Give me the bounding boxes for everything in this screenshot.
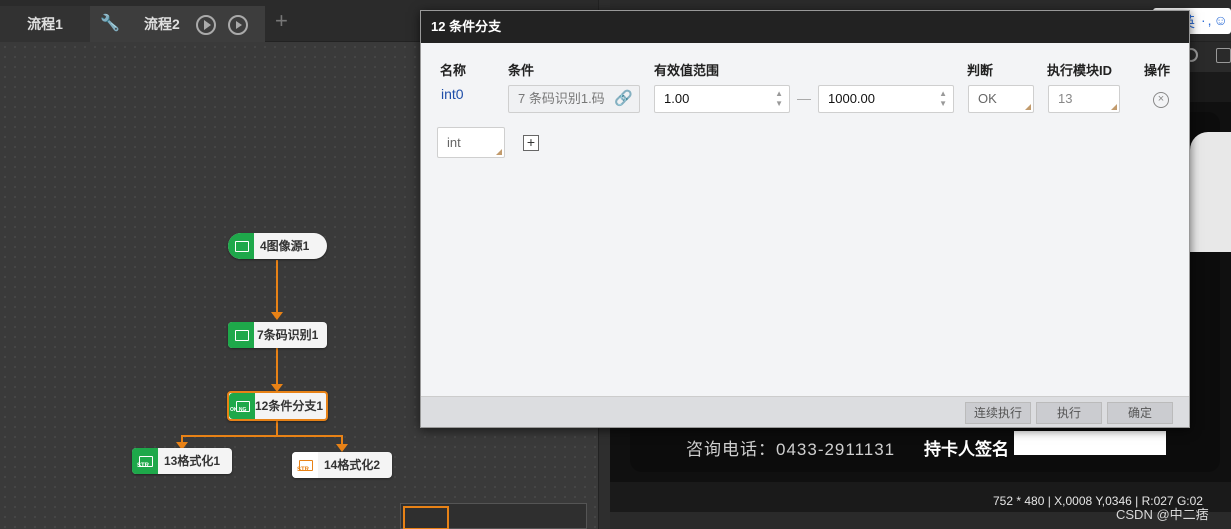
format-badge: STR: [297, 467, 309, 473]
node-format-2[interactable]: STR 14格式化2: [292, 452, 392, 478]
node-format-1[interactable]: STR 13格式化1: [132, 448, 232, 474]
image-caption-sign: 持卡人签名: [924, 440, 1009, 459]
tab-process-2-label: 流程2: [144, 16, 180, 32]
connector-wire: [276, 260, 278, 316]
dropdown-corner-icon: [1025, 104, 1031, 110]
new-type-select[interactable]: int: [437, 127, 505, 158]
header-action: 操作: [1144, 63, 1171, 78]
card-highlight: [1190, 132, 1231, 252]
continuous-run-button[interactable]: 连续执行: [965, 402, 1031, 424]
connector-wire: [276, 420, 278, 436]
branch-badge: OK NG: [230, 407, 247, 413]
connector-wire: [276, 348, 278, 388]
minimap-viewport[interactable]: [403, 506, 449, 529]
barcode-scan-icon: [228, 322, 254, 348]
tab-process-2[interactable]: 🔧 流程2: [90, 6, 265, 42]
row-name[interactable]: int0: [441, 86, 464, 102]
module-id-select[interactable]: 13: [1048, 85, 1120, 113]
node-condition-branch[interactable]: OK NG 12条件分支1: [227, 391, 328, 421]
tab-process-1[interactable]: 流程1: [0, 6, 90, 42]
dialog-title: 12 条件分支: [421, 11, 1189, 43]
run-loop-icon[interactable]: [228, 15, 248, 35]
range-min-input[interactable]: 1.00 ▲ ▼: [654, 85, 790, 113]
range-max-input[interactable]: 1000.00 ▲ ▼: [818, 85, 954, 113]
format-badge: STR: [137, 463, 149, 469]
image-icon: [228, 233, 254, 259]
header-condition: 条件: [508, 63, 535, 78]
delete-row-icon[interactable]: ×: [1153, 92, 1169, 108]
image-caption-phone: 咨询电话：0433-2911131: [686, 440, 896, 459]
wrench-icon[interactable]: 🔧: [100, 6, 120, 42]
spinner-icon[interactable]: ▲ ▼: [775, 89, 783, 109]
judge-select[interactable]: OK: [968, 85, 1034, 113]
node-image-source[interactable]: 4图像源1: [228, 233, 327, 259]
run-button[interactable]: 执行: [1036, 402, 1102, 424]
canvas-minimap[interactable]: [400, 503, 587, 529]
node-barcode[interactable]: 7条码识别1: [228, 322, 327, 348]
spinner-icon[interactable]: ▲ ▼: [939, 89, 947, 109]
tab-process-1-label: 流程1: [27, 16, 63, 32]
range-max-value: 1000.00: [828, 91, 875, 106]
node-label: 12条件分支1: [255, 399, 324, 413]
header-name: 名称: [440, 63, 467, 78]
link-icon[interactable]: 🔗: [614, 86, 633, 112]
dropdown-corner-icon: [1111, 104, 1117, 110]
new-type-value: int: [447, 135, 461, 150]
confirm-button[interactable]: 确定: [1107, 402, 1173, 424]
run-once-icon[interactable]: [196, 15, 216, 35]
watermark: CSDN @中二痞: [1116, 507, 1209, 522]
header-range: 有效值范围: [654, 63, 720, 78]
header-judge: 判断: [967, 63, 994, 78]
node-label: 7条码识别1: [257, 328, 319, 342]
node-label: 14格式化2: [324, 458, 381, 472]
format-icon: STR: [292, 452, 318, 478]
ime-extra-icons[interactable]: ·,☺: [1201, 12, 1230, 28]
condition-branch-dialog: 12 条件分支 名称 条件 有效值范围 判断 执行模块ID 操作 int0 7 …: [420, 10, 1190, 428]
range-min-value: 1.00: [664, 91, 690, 106]
branch-icon: OK NG: [229, 393, 255, 419]
connector-arrow: [271, 312, 283, 320]
connector-arrow: [336, 444, 348, 452]
node-label: 4图像源1: [260, 239, 310, 253]
header-module-id: 执行模块ID: [1047, 63, 1113, 78]
format-icon: STR: [132, 448, 158, 474]
add-tab-icon[interactable]: +: [275, 10, 288, 32]
add-condition-icon[interactable]: +: [523, 135, 539, 151]
condition-field[interactable]: 7 条码识别1.码 🔗: [508, 85, 640, 113]
dialog-footer: 连续执行 执行 确定: [421, 396, 1189, 427]
signature-box: [1014, 431, 1166, 455]
condition-value: 7 条码识别1.码: [518, 91, 605, 106]
range-separator: [797, 99, 811, 100]
connector-wire: [181, 435, 343, 437]
node-label: 13格式化1: [164, 454, 221, 468]
judge-value: OK: [978, 91, 997, 106]
dropdown-corner-icon: [496, 149, 502, 155]
module-id-value: 13: [1058, 91, 1073, 106]
fit-window-icon[interactable]: [1216, 48, 1231, 63]
